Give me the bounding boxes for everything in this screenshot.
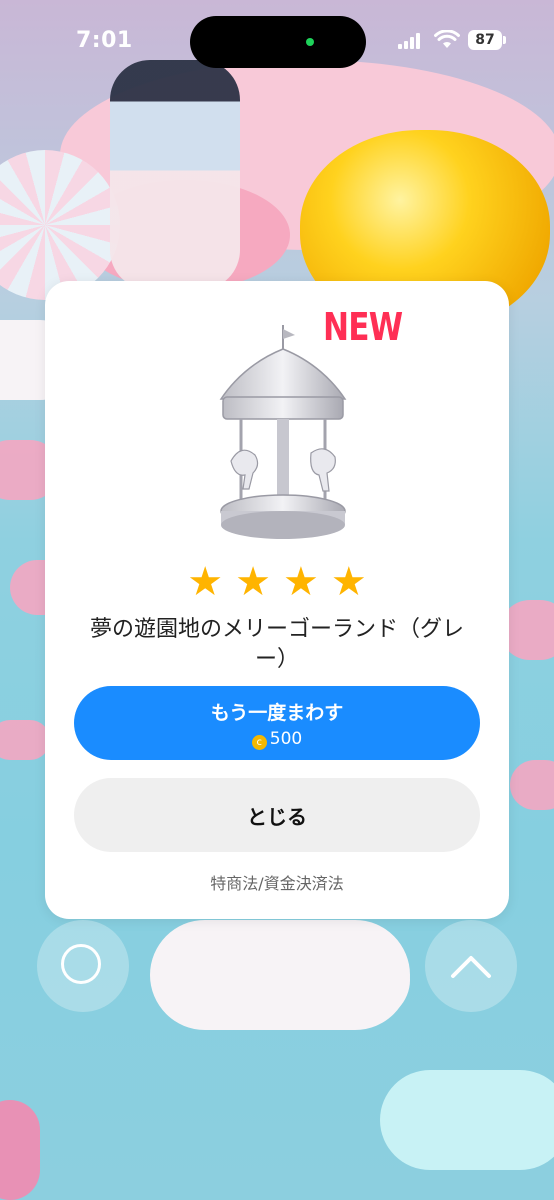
camera-indicator-icon [306,38,314,46]
status-time: 7:01 [76,28,133,53]
merry-go-round-item-image [219,325,347,539]
scroll-up-button[interactable] [425,920,517,1012]
chevron-up-icon [451,956,491,978]
new-badge: NEW [323,305,403,349]
coin-icon: c [251,735,267,750]
cellular-signal-icon [398,33,424,49]
pink-cloud-star [0,720,50,760]
status-bar: 7:01 87 [0,0,554,80]
spin-cost: c 500 [74,729,480,750]
dynamic-island [190,16,366,68]
wifi-icon [434,30,460,48]
star-icon: ★ [283,559,319,605]
battery-indicator: 87 [468,30,506,50]
spin-cost-value: 500 [269,729,303,749]
avatar-figure [110,60,240,290]
cloud [250,940,410,1020]
star-icon: ★ [187,559,224,605]
rating-stars: ★ ★ ★ ★ [45,562,509,602]
cloud [380,1070,554,1170]
star-icon: ★ [235,559,271,605]
action-circle-button[interactable] [37,920,129,1012]
spin-again-label: もう一度まわす [210,702,344,724]
legal-notice-link[interactable]: 特商法/資金決済法 [45,870,509,894]
gacha-result-modal: NEW ★ ★ ★ ★ 夢の遊園地のメリーゴーランド（グレー） もう一度まわす c 50… [45,281,509,919]
circle-icon [61,944,101,984]
item-name: 夢の遊園地のメリーゴーランド（グレー） [89,617,464,672]
star-icon: ★ [330,559,367,605]
spin-again-button[interactable]: もう一度まわす c 500 [74,686,480,760]
pink-cloud-star [510,760,554,810]
pink-cloud-star [0,1100,40,1200]
close-button[interactable]: とじる [74,778,480,852]
